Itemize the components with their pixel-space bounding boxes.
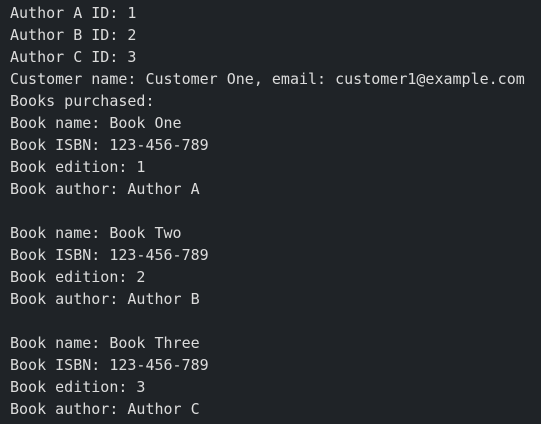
output-line-book-isbn: Book ISBN: 123-456-789	[10, 246, 209, 264]
output-line-book-author: Book author: Author A	[10, 180, 200, 198]
output-line-book-isbn: Book ISBN: 123-456-789	[10, 356, 209, 374]
output-line-book-name: Book name: Book One	[10, 114, 182, 132]
terminal-output: Author A ID: 1 Author B ID: 2 Author C I…	[0, 0, 541, 424]
output-line-book-author: Book author: Author B	[10, 290, 200, 308]
output-line-book-author: Book author: Author C	[10, 400, 200, 418]
output-line-book-edition: Book edition: 3	[10, 378, 146, 396]
output-line-author-c-id: Author C ID: 3	[10, 48, 137, 66]
output-line-book-edition: Book edition: 2	[10, 268, 146, 286]
output-blank-line	[10, 310, 541, 332]
output-line-book-edition: Book edition: 1	[10, 158, 146, 176]
output-line-customer-info: Customer name: Customer One, email: cust…	[10, 70, 525, 88]
output-blank-line	[10, 200, 541, 222]
output-line-author-b-id: Author B ID: 2	[10, 26, 137, 44]
output-line-books-purchased: Books purchased:	[10, 92, 155, 110]
output-line-book-name: Book name: Book Three	[10, 334, 200, 352]
output-line-book-isbn: Book ISBN: 123-456-789	[10, 136, 209, 154]
output-line-author-a-id: Author A ID: 1	[10, 4, 137, 22]
output-line-book-name: Book name: Book Two	[10, 224, 182, 242]
